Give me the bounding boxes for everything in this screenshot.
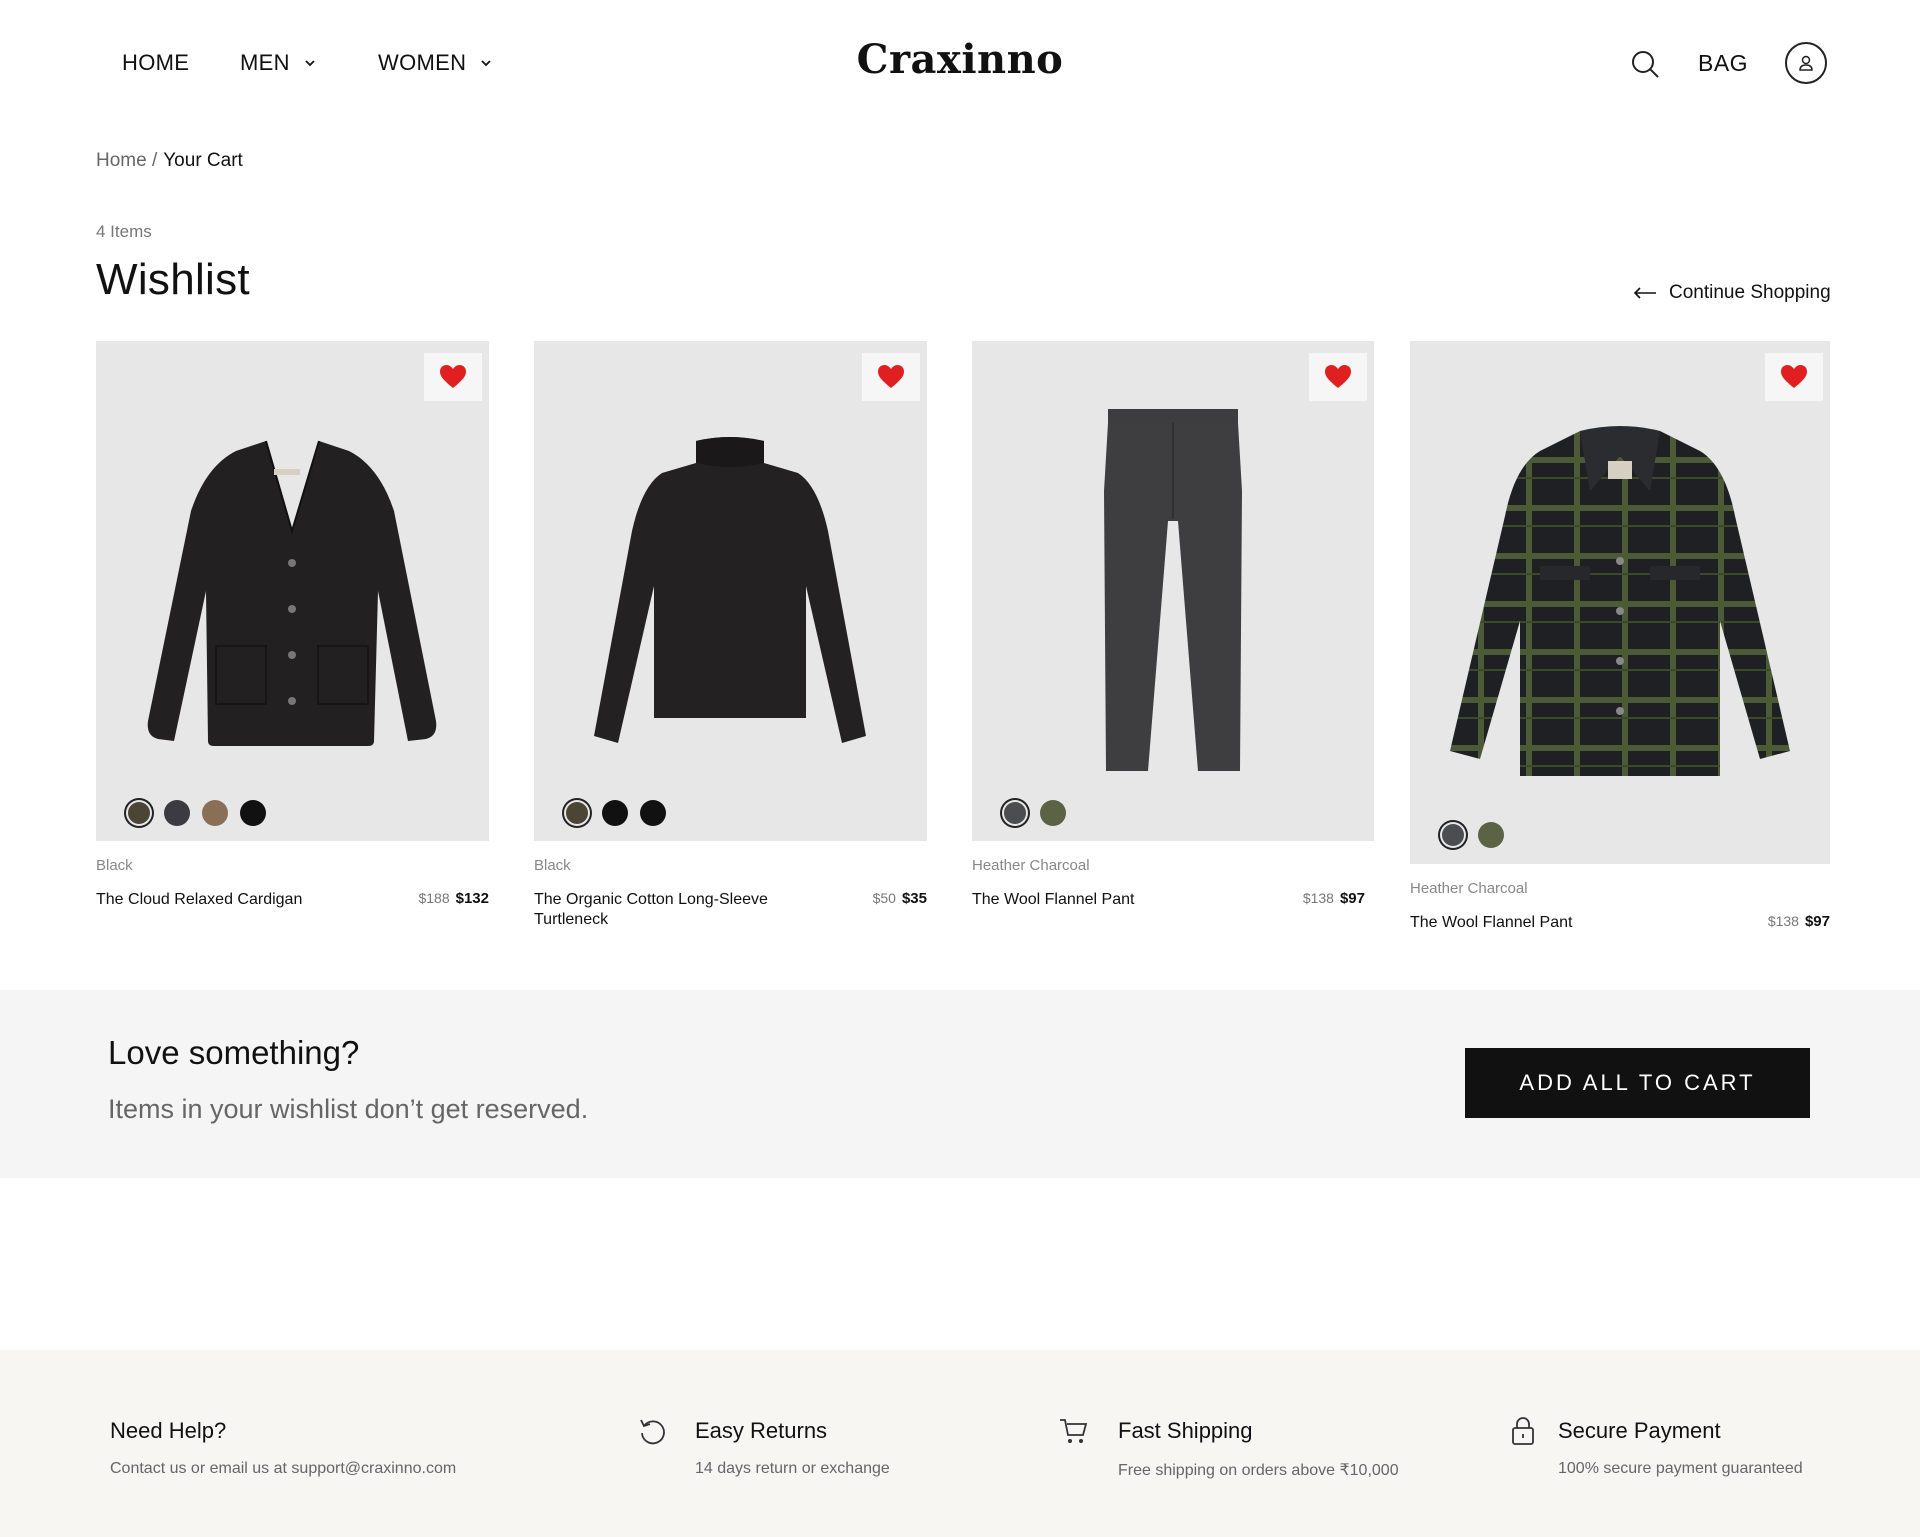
color-swatches — [564, 800, 666, 826]
return-icon — [640, 1419, 665, 1445]
breadcrumb-home[interactable]: Home / — [96, 150, 157, 171]
product-color: Black — [96, 857, 133, 874]
add-all-to-cart-button[interactable]: ADD ALL TO CART — [1465, 1048, 1810, 1118]
feature-payment-desc: 100% secure payment guaranteed — [1558, 1460, 1803, 1477]
product-name[interactable]: The Wool Flannel Pant — [972, 890, 1134, 910]
site-header: HOME MEN WOMEN Craxinno BAG — [0, 0, 1920, 128]
swatch-olive[interactable] — [1478, 822, 1504, 848]
wishlist-heart-button[interactable] — [1765, 353, 1823, 401]
continue-shopping-label: Continue Shopping — [1669, 282, 1831, 303]
swatch-olive[interactable] — [566, 802, 588, 824]
product-image[interactable] — [534, 341, 927, 841]
price-sale: $132 — [455, 890, 489, 907]
lock-icon — [1512, 1417, 1534, 1445]
wishlist-heart-button[interactable] — [1309, 353, 1367, 401]
banner-title: Love something? — [108, 1034, 360, 1071]
heart-icon — [1325, 365, 1351, 388]
product-name[interactable]: The Wool Flannel Pant — [1410, 913, 1572, 933]
price-sale: $35 — [901, 890, 927, 907]
product-name[interactable]: The Cloud Relaxed Cardigan — [96, 890, 302, 910]
chevron-down-icon — [305, 60, 315, 67]
swatch-olive[interactable] — [128, 802, 150, 824]
banner-subtitle: Items in your wishlist don’t get reserve… — [108, 1094, 589, 1124]
cardigan-image — [147, 440, 437, 746]
swatch-black[interactable] — [640, 800, 666, 826]
price-original: $138 — [1302, 890, 1334, 906]
feature-shipping-desc: Free shipping on orders above ₹10,000 — [1118, 1462, 1399, 1479]
feature-shipping: Fast Shipping Free shipping on orders ab… — [1118, 1418, 1399, 1480]
price-original: $50 — [872, 890, 896, 906]
heart-icon — [1781, 365, 1807, 388]
price-original: $188 — [418, 890, 450, 906]
nav-home-link[interactable]: HOME — [122, 50, 189, 76]
cart-icon — [1060, 1419, 1088, 1443]
product-color: Heather Charcoal — [972, 857, 1090, 874]
breadcrumb-current: Your Cart — [163, 150, 243, 171]
product-card[interactable]: Heather Charcoal The Wool Flannel Pant $… — [972, 341, 1374, 910]
nav-women-dropdown[interactable]: WOMEN — [378, 50, 492, 76]
search-icon — [1632, 51, 1659, 78]
product-color: Black — [534, 857, 571, 874]
feature-shipping-title: Fast Shipping — [1118, 1418, 1253, 1443]
account-button[interactable] — [1785, 42, 1827, 84]
plaid-jacket-image — [1450, 426, 1790, 776]
feature-payment: Secure Payment 100% secure payment guara… — [1558, 1418, 1803, 1478]
product-image[interactable] — [1410, 341, 1830, 864]
swatch-black[interactable] — [240, 800, 266, 826]
feature-help-title: Need Help? — [110, 1418, 227, 1443]
feature-help-desc[interactable]: Contact us or email us at support@craxin… — [110, 1460, 456, 1478]
feature-payment-title: Secure Payment — [1558, 1418, 1721, 1443]
wishlist-banner: Love something? Items in your wishlist d… — [0, 990, 1920, 1178]
wishlist-heart-button[interactable] — [424, 353, 482, 401]
feature-returns-desc: 14 days return or exchange — [695, 1460, 890, 1477]
heart-icon — [878, 365, 904, 388]
color-swatches — [126, 800, 266, 826]
items-count: 4 Items — [96, 222, 152, 241]
wishlist-heart-button[interactable] — [862, 353, 920, 401]
swatch-black[interactable] — [602, 800, 628, 826]
search-button[interactable] — [1629, 48, 1661, 80]
breadcrumb: Home / Your Cart — [96, 150, 243, 172]
turtleneck-image — [594, 437, 866, 743]
heart-icon — [440, 365, 466, 388]
nav-women-label: WOMEN — [378, 50, 467, 75]
price-sale: $97 — [1804, 913, 1830, 930]
footer-features: Need Help? Contact us or email us at sup… — [0, 1350, 1920, 1537]
swatch-charcoal[interactable] — [1004, 802, 1026, 824]
page-title: Wishlist — [96, 255, 250, 304]
swatch-brown[interactable] — [202, 800, 228, 826]
chevron-down-icon — [481, 60, 491, 67]
product-image[interactable] — [96, 341, 489, 841]
nav-men-dropdown[interactable]: MEN — [240, 50, 316, 76]
swatch-olive[interactable] — [1040, 800, 1066, 826]
color-swatches — [1440, 822, 1504, 848]
arrow-left-icon — [1633, 287, 1656, 299]
color-swatches — [1002, 800, 1066, 826]
nav-home-label: HOME — [122, 50, 190, 75]
product-name[interactable]: The Organic Cotton Long-Sleeve Turtlenec… — [534, 890, 804, 930]
user-icon — [1799, 55, 1813, 71]
price-original: $138 — [1767, 913, 1799, 929]
swatch-charcoal[interactable] — [1442, 824, 1464, 846]
product-card[interactable]: Black The Organic Cotton Long-Sleeve Tur… — [534, 341, 927, 930]
product-card[interactable]: Black The Cloud Relaxed Cardigan $188 $13… — [96, 341, 489, 910]
brand-logo[interactable]: Craxinno — [857, 36, 1064, 83]
product-image[interactable] — [972, 341, 1374, 841]
feature-returns: Easy Returns 14 days return or exchange — [695, 1418, 890, 1478]
price-sale: $97 — [1339, 890, 1365, 907]
bag-link[interactable]: BAG — [1698, 50, 1748, 77]
product-card[interactable]: Heather Charcoal The Wool Flannel Pant $… — [1410, 341, 1830, 933]
nav-men-label: MEN — [240, 50, 290, 75]
product-color: Heather Charcoal — [1410, 880, 1528, 897]
swatch-charcoal[interactable] — [164, 800, 190, 826]
continue-shopping-link[interactable]: Continue Shopping — [1633, 282, 1831, 304]
feature-help: Need Help? Contact us or email us at sup… — [110, 1418, 456, 1478]
feature-returns-title: Easy Returns — [695, 1418, 828, 1443]
pant-image — [1104, 409, 1242, 771]
